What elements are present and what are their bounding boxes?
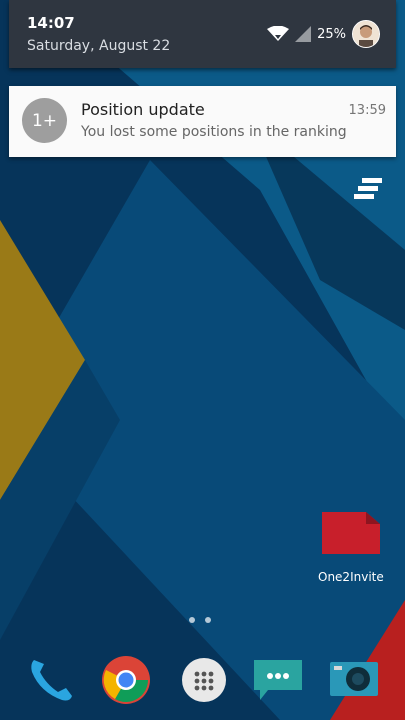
wifi-icon: [267, 26, 290, 41]
app-drawer-icon[interactable]: [180, 656, 228, 704]
notification-title: Position update: [81, 100, 205, 119]
status-icons: 25%: [267, 20, 380, 48]
notification-card[interactable]: 1+ Position update You lost some positio…: [9, 86, 396, 157]
phone-icon[interactable]: [26, 656, 74, 704]
app-badge-icon: 1+: [22, 98, 67, 143]
camera-icon[interactable]: [330, 656, 378, 704]
messages-icon[interactable]: [254, 656, 302, 704]
page-dot: [205, 617, 211, 623]
page-indicator: [189, 617, 211, 623]
battery-percent: 25%: [317, 26, 346, 42]
user-avatar-icon[interactable]: [352, 20, 380, 48]
signal-icon: [295, 26, 312, 42]
app-label-one2invite[interactable]: One2Invite: [318, 570, 384, 584]
notification-time: 13:59: [348, 103, 386, 118]
chrome-icon[interactable]: [102, 656, 150, 704]
date-label[interactable]: Saturday, August 22: [27, 38, 170, 54]
notification-text: You lost some positions in the ranking: [81, 124, 347, 140]
page-dot: [189, 617, 195, 623]
one2invite-app-icon[interactable]: [320, 510, 382, 556]
clock: 14:07: [27, 14, 75, 32]
notification-shade-header: 14:07 Saturday, August 22 25%: [9, 0, 396, 68]
stack-widget-icon[interactable]: [354, 178, 384, 200]
